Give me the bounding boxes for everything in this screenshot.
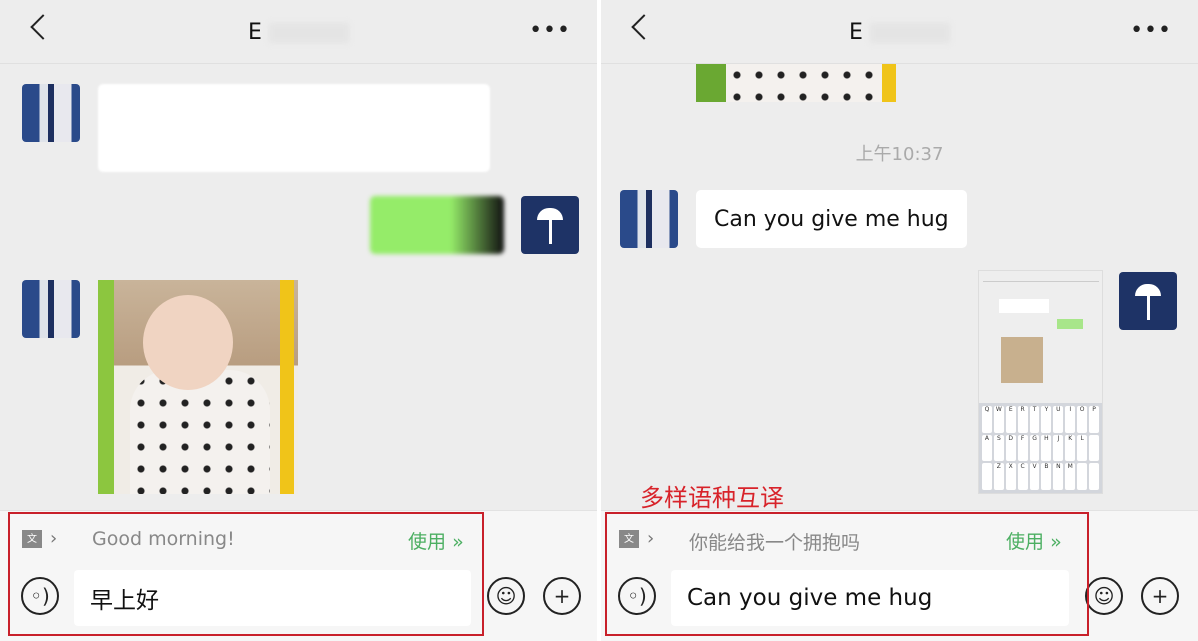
chat-header: E •••	[0, 0, 597, 64]
more-icon[interactable]: •••	[1130, 18, 1172, 43]
chat-title: E	[0, 20, 597, 45]
baby-photo-message[interactable]	[98, 280, 298, 494]
screenshot-image-message[interactable]: QWERTYUIOPASDFGHJKLZXCVBNM	[978, 270, 1103, 494]
blurred-message-bubble	[98, 84, 490, 172]
chat-panel-left: E ••• 文 › Good morning! 使用 » ◦) 早上好 ☺ +	[0, 0, 597, 641]
avatar[interactable]	[620, 190, 678, 248]
plus-icon[interactable]: +	[543, 577, 581, 615]
avatar[interactable]	[22, 280, 80, 338]
emoji-icon[interactable]: ☺	[487, 577, 525, 615]
avatar[interactable]	[22, 84, 80, 142]
timestamp: 上午10:37	[855, 144, 944, 165]
received-message-bubble[interactable]: Can you give me hug	[696, 190, 967, 248]
feature-caption: 多样语种互译	[640, 484, 784, 512]
chat-header: E •••	[601, 0, 1198, 64]
chat-panel-right: E ••• 上午10:37 Can you give me hug QWERTY…	[601, 0, 1198, 641]
avatar[interactable]	[1119, 272, 1177, 330]
chat-title: E	[601, 20, 1198, 45]
sent-message-bubble	[370, 196, 504, 254]
avatar[interactable]	[521, 196, 579, 254]
highlight-box	[8, 512, 484, 636]
more-icon[interactable]: •••	[529, 18, 571, 43]
highlight-box	[605, 512, 1089, 636]
plus-icon[interactable]: +	[1141, 577, 1179, 615]
baby-photo-message[interactable]	[696, 64, 896, 102]
emoji-icon[interactable]: ☺	[1085, 577, 1123, 615]
